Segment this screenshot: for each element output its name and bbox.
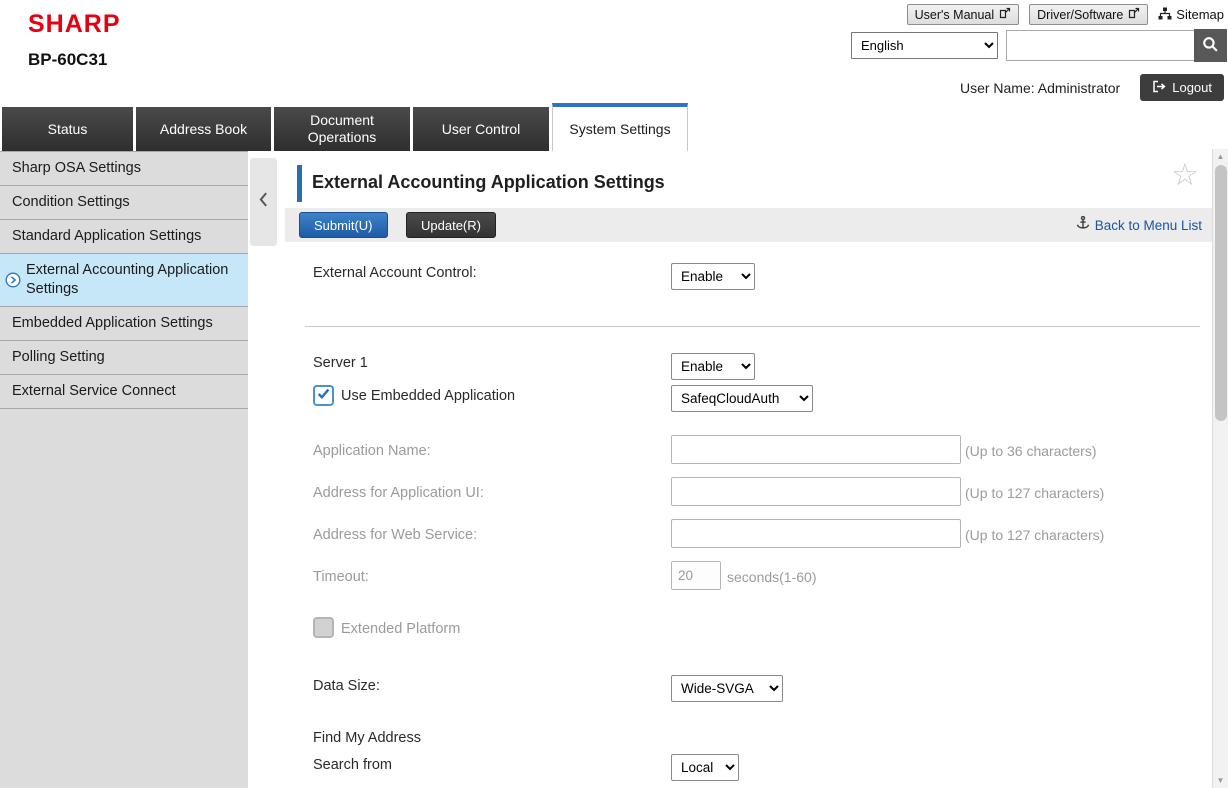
update-button[interactable]: Update(R) xyxy=(406,212,496,238)
address-application-ui-note: (Up to 127 characters) xyxy=(965,485,1104,501)
extended-platform-checkbox[interactable] xyxy=(313,617,334,638)
logout-label: Logout xyxy=(1172,80,1212,95)
search-button[interactable] xyxy=(1194,29,1227,62)
data-size-label: Data Size: xyxy=(313,678,380,694)
toolbar: Submit(U) Update(R) Back to Menu List xyxy=(285,208,1212,242)
embedded-application-select[interactable]: SafeqCloudAuth xyxy=(671,385,813,412)
address-application-ui-label: Address for Application UI: xyxy=(313,485,484,501)
search-from-select[interactable]: Local xyxy=(671,754,739,781)
main-content: External Accounting Application Settings… xyxy=(285,151,1212,788)
user-name-text: User Name: Administrator xyxy=(960,80,1120,96)
sidebar-item-polling-setting[interactable]: Polling Setting xyxy=(0,341,248,375)
address-application-ui-input[interactable] xyxy=(671,477,961,506)
find-my-address-label: Find My Address xyxy=(313,730,421,746)
scrollbar-thumb[interactable] xyxy=(1215,165,1227,421)
address-web-service-note: (Up to 127 characters) xyxy=(965,527,1104,543)
sidebar-collapse-handle[interactable] xyxy=(250,158,277,246)
tab-user-control[interactable]: User Control xyxy=(413,107,549,151)
external-account-control-select[interactable]: Enable xyxy=(671,263,755,290)
user-row: User Name: Administrator Logout xyxy=(960,74,1224,101)
tab-status[interactable]: Status xyxy=(2,107,133,151)
search-from-label: Search from xyxy=(313,757,392,773)
chevron-left-icon xyxy=(259,192,268,212)
search-icon xyxy=(1202,36,1219,56)
use-embedded-application-checkbox[interactable] xyxy=(313,385,334,406)
back-to-menu-link[interactable]: Back to Menu List xyxy=(1075,215,1202,235)
external-account-control-label: External Account Control: xyxy=(313,265,477,281)
model-name: BP-60C31 xyxy=(28,50,107,70)
favorite-star-icon[interactable]: ☆ xyxy=(1171,159,1199,190)
submit-button[interactable]: Submit(U) xyxy=(299,212,388,238)
page: SHARP BP-60C31 User's Manual Driver/Soft… xyxy=(0,0,1228,788)
sidebar-item-external-service-connect[interactable]: External Service Connect xyxy=(0,375,248,409)
checkmark-icon xyxy=(316,386,331,406)
users-manual-label: User's Manual xyxy=(915,8,995,22)
active-item-chevron-icon xyxy=(5,272,21,288)
timeout-input[interactable] xyxy=(671,561,721,590)
address-web-service-label: Address for Web Service: xyxy=(313,527,477,543)
title-accent-bar xyxy=(297,165,302,202)
sitemap-label: Sitemap xyxy=(1176,7,1224,22)
tab-system-settings[interactable]: System Settings xyxy=(552,103,688,152)
sidebar-item-external-accounting-application-settings[interactable]: External Accounting Application Settings xyxy=(0,254,248,307)
language-select[interactable]: English xyxy=(851,32,998,59)
sitemap-link[interactable]: Sitemap xyxy=(1158,7,1224,23)
vertical-scrollbar[interactable]: ▲ ▼ xyxy=(1212,149,1228,788)
tab-document-operations[interactable]: Document Operations xyxy=(274,107,410,151)
sidebar-item-condition-settings[interactable]: Condition Settings xyxy=(0,186,248,220)
sidebar-item-sharp-osa-settings[interactable]: Sharp OSA Settings xyxy=(0,152,248,186)
sidebar-item-embedded-application-settings[interactable]: Embedded Application Settings xyxy=(0,307,248,341)
driver-software-label: Driver/Software xyxy=(1037,8,1123,22)
users-manual-button[interactable]: User's Manual xyxy=(907,4,1020,25)
language-search-row: English xyxy=(851,29,1227,62)
sidebar-item-standard-application-settings[interactable]: Standard Application Settings xyxy=(0,220,248,254)
extended-platform-label: Extended Platform xyxy=(341,621,460,637)
timeout-note: seconds(1-60) xyxy=(727,569,817,585)
server1-select[interactable]: Enable xyxy=(671,353,755,380)
sidebar: Sharp OSA Settings Condition Settings St… xyxy=(0,151,248,788)
scrollbar-up-arrow[interactable]: ▲ xyxy=(1213,152,1228,161)
logout-icon xyxy=(1152,80,1166,96)
anchor-icon xyxy=(1075,215,1091,235)
address-web-service-input[interactable] xyxy=(671,519,961,548)
sitemap-icon xyxy=(1158,7,1172,23)
application-name-note: (Up to 36 characters) xyxy=(965,443,1097,459)
use-embedded-application-label: Use Embedded Application xyxy=(341,388,515,404)
sidebar-item-label: External Accounting Application Settings xyxy=(26,262,228,297)
tab-address-book[interactable]: Address Book xyxy=(136,107,271,151)
search-input[interactable] xyxy=(1006,30,1194,61)
section-divider xyxy=(305,326,1200,327)
external-link-icon xyxy=(1128,7,1140,22)
search-box xyxy=(1006,29,1227,62)
scrollbar-down-arrow[interactable]: ▼ xyxy=(1213,776,1228,785)
page-title: External Accounting Application Settings xyxy=(312,172,665,193)
header-links: User's Manual Driver/Software Sitemap xyxy=(907,4,1224,25)
application-name-label: Application Name: xyxy=(313,443,431,459)
sharp-logo: SHARP xyxy=(28,10,121,39)
external-link-icon xyxy=(999,7,1011,22)
timeout-label: Timeout: xyxy=(313,569,369,585)
application-name-input[interactable] xyxy=(671,435,961,464)
driver-software-button[interactable]: Driver/Software xyxy=(1029,4,1148,25)
server1-label: Server 1 xyxy=(313,355,368,371)
back-to-menu-label: Back to Menu List xyxy=(1095,218,1202,233)
data-size-select[interactable]: Wide-SVGA xyxy=(671,675,783,702)
logout-button[interactable]: Logout xyxy=(1140,74,1224,101)
